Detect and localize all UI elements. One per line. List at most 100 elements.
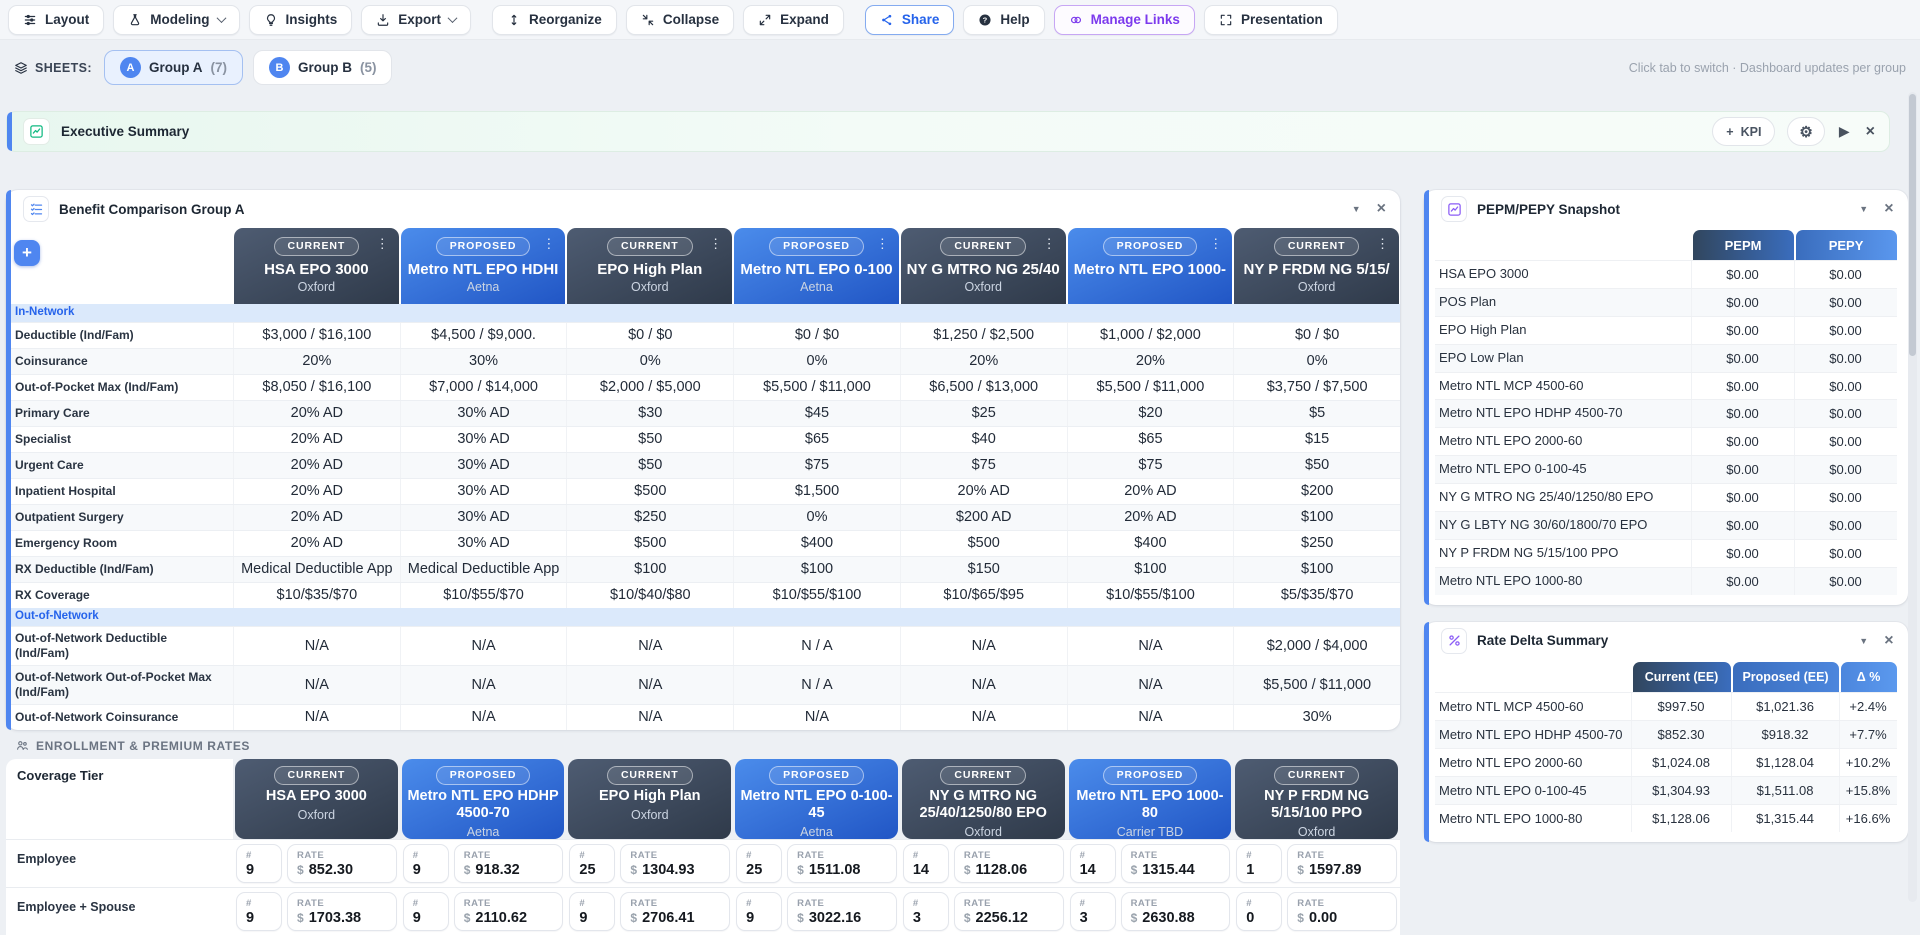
reorganize-button[interactable]: Reorganize <box>492 5 617 35</box>
plan-column-header-metro-ntl-epo-0-100[interactable]: PROPOSED⋮Metro NTL EPO 0-100Aetna <box>734 228 899 304</box>
enrollment-table: Coverage Tier CURRENTHSA EPO 3000OxfordP… <box>6 759 1400 935</box>
benefit-value-cell: $500 <box>900 531 1067 556</box>
benefit-row-label: Specialist <box>6 427 233 452</box>
plan-name: NY G MTRO NG 25/40/1250/80 EPO <box>907 788 1060 823</box>
benefit-value-cell: N/A <box>233 705 400 730</box>
enroll-column-header-metro-ntl-epo-hdhp-4500-70[interactable]: PROPOSEDMetro NTL EPO HDHP 4500-70Aetna <box>402 759 565 839</box>
benefit-value-cell: $5,500 / $11,000 <box>733 375 900 400</box>
benefit-card-title: Benefit Comparison Group A <box>59 202 245 217</box>
kebab-menu-icon[interactable]: ⋮ <box>709 237 722 250</box>
add-plan-button[interactable]: + <box>14 240 40 266</box>
close-exec-summary-button[interactable]: × <box>1864 122 1877 142</box>
enrollment-cell: #9RATE$1703.38 <box>233 888 400 935</box>
kebab-menu-icon[interactable]: ⋮ <box>542 237 555 250</box>
plan-status-badge: PROPOSED <box>769 766 864 785</box>
benefit-value-cell: $75 <box>900 453 1067 478</box>
plan-column-header-ny-p-frdm-ng-5-15[interactable]: CURRENT⋮NY P FRDM NG 5/15/Oxford <box>1234 228 1399 304</box>
filter-dropdown-icon[interactable]: ▼ <box>1859 636 1868 646</box>
layout-button[interactable]: Layout <box>8 5 104 35</box>
enroll-column-header-epo-high-plan[interactable]: CURRENTEPO High PlanOxford <box>568 759 731 839</box>
enrollment-rate: $1315.44 <box>1131 862 1221 878</box>
share-button[interactable]: Share <box>865 5 955 35</box>
rate-label: RATE <box>630 898 720 909</box>
pepm-row-epo-low-plan: EPO Low Plan$0.00$0.00 <box>1435 344 1897 372</box>
enroll-column-header-metro-ntl-epo-1000-80[interactable]: PROPOSEDMetro NTL EPO 1000-80Carrier TBD <box>1069 759 1232 839</box>
enrollment-cell: #1RATE$1597.89 <box>1233 840 1400 887</box>
plan-column-header-hsa-epo-3000[interactable]: CURRENT⋮HSA EPO 3000Oxford <box>234 228 399 304</box>
pepm-row-metro-ntl-mcp-4500-60: Metro NTL MCP 4500-60$0.00$0.00 <box>1435 372 1897 400</box>
delta-plan-name: Metro NTL EPO HDHP 4500-70 <box>1435 721 1631 748</box>
rate-label: RATE <box>464 898 554 909</box>
sheet-tab-group-b[interactable]: BGroup B(5) <box>253 50 393 85</box>
benefit-value-cell: N / A <box>733 666 900 704</box>
rate-delta-row-metro-ntl-epo-1000-80: Metro NTL EPO 1000-80$1,128.06$1,315.44+… <box>1435 804 1897 832</box>
pepy-column-header: PEPY <box>1796 230 1897 260</box>
plan-column-header-metro-ntl-epo-1000[interactable]: PROPOSED⋮Metro NTL EPO 1000- <box>1068 228 1233 304</box>
presentation-button-label: Presentation <box>1241 12 1323 27</box>
close-benefit-card-button[interactable]: × <box>1377 201 1386 217</box>
sheets-bar: SHEETS: AGroup A(7)BGroup B(5) Click tab… <box>0 40 1920 89</box>
delta-plan-name: Metro NTL EPO 1000-80 <box>1435 805 1631 832</box>
enroll-column-header-ny-p-frdm-ng-5-15-100-ppo[interactable]: CURRENTNY P FRDM NG 5/15/100 PPOOxford <box>1235 759 1398 839</box>
benefit-value-cell: $100 <box>1233 557 1400 582</box>
export-button[interactable]: Export <box>361 5 471 35</box>
filter-dropdown-icon[interactable]: ▼ <box>1859 204 1868 214</box>
scrollbar-thumb[interactable] <box>1909 94 1916 356</box>
enroll-column-header-metro-ntl-epo-0-100-45[interactable]: PROPOSEDMetro NTL EPO 0-100-45Aetna <box>735 759 898 839</box>
play-button[interactable]: ▶ <box>1837 121 1852 142</box>
benefit-value-cell: $6,500 / $13,000 <box>900 375 1067 400</box>
benefit-row-outpatient-surgery: Outpatient Surgery20% AD30% AD$2500%$200… <box>6 504 1400 530</box>
pepm-plan-name: NY G LBTY NG 30/60/1800/70 EPO <box>1435 512 1691 539</box>
kebab-menu-icon[interactable]: ⋮ <box>1043 237 1056 250</box>
kebab-menu-icon[interactable]: ⋮ <box>1209 237 1222 250</box>
plan-column-header-epo-high-plan[interactable]: CURRENT⋮EPO High PlanOxford <box>567 228 732 304</box>
benefit-value-cell: $7,000 / $14,000 <box>400 375 567 400</box>
add-kpi-button[interactable]: + KPI <box>1712 117 1775 146</box>
modeling-button[interactable]: Modeling <box>113 5 239 35</box>
coverage-tier-label: Employee + Spouse <box>6 888 233 935</box>
kebab-menu-icon[interactable]: ⋮ <box>1376 237 1389 250</box>
settings-button[interactable]: ⚙ <box>1787 117 1824 146</box>
enroll-column-header-hsa-epo-3000[interactable]: CURRENTHSA EPO 3000Oxford <box>235 759 398 839</box>
benefit-row-urgent-care: Urgent Care20% AD30% AD$50$75$75$75$50 <box>6 452 1400 478</box>
collapse-button[interactable]: Collapse <box>626 5 734 35</box>
presentation-button[interactable]: Presentation <box>1204 5 1338 35</box>
close-rate-delta-card-button[interactable]: × <box>1884 633 1893 649</box>
enrollment-row-employee-spouse: Employee + Spouse#9RATE$1703.38#9RATE$21… <box>6 887 1400 935</box>
rate-delta-row-metro-ntl-epo-2000-60: Metro NTL EPO 2000-60$1,024.08$1,128.04+… <box>1435 748 1897 776</box>
gear-icon: ⚙ <box>1799 123 1812 141</box>
help-button[interactable]: ?Help <box>963 5 1044 35</box>
count-label: # <box>413 850 439 861</box>
proposed-ee-value: $1,128.04 <box>1731 749 1839 776</box>
benefit-value-cell: N/A <box>566 627 733 665</box>
enrollment-cell: #9RATE$918.32 <box>400 840 567 887</box>
insights-button[interactable]: Insights <box>249 5 353 35</box>
manage-links-button[interactable]: Manage Links <box>1054 5 1195 35</box>
enroll-column-header-ny-g-mtro-ng-25-40-1250-80-epo[interactable]: CURRENTNY G MTRO NG 25/40/1250/80 EPOOxf… <box>902 759 1065 839</box>
filter-dropdown-icon[interactable]: ▼ <box>1352 204 1361 214</box>
benefit-row-rx-deductible-ind-fam: RX Deductible (Ind/Fam)Medical Deductibl… <box>6 556 1400 582</box>
plan-column-header-metro-ntl-epo-hdhi[interactable]: PROPOSED⋮Metro NTL EPO HDHIAetna <box>401 228 566 304</box>
pepy-value: $0.00 <box>1794 540 1897 567</box>
benefit-value-cell: $10/$55/$100 <box>733 583 900 608</box>
delta-pct-value: +10.2% <box>1839 749 1897 776</box>
plan-column-header-ny-g-mtro-ng-25-40[interactable]: CURRENT⋮NY G MTRO NG 25/40Oxford <box>901 228 1066 304</box>
pepm-plan-name: HSA EPO 3000 <box>1435 261 1691 288</box>
enrollment-rate: $3022.16 <box>797 910 887 926</box>
enrollment-cell: #9RATE$2706.41 <box>566 888 733 935</box>
current-ee-value: $852.30 <box>1631 721 1731 748</box>
benefit-value-cell: $15 <box>1233 427 1400 452</box>
kebab-menu-icon[interactable]: ⋮ <box>376 237 389 250</box>
plan-carrier: Oxford <box>964 825 1002 839</box>
benefit-value-cell: $400 <box>733 531 900 556</box>
rate-delta-row-metro-ntl-mcp-4500-60: Metro NTL MCP 4500-60$997.50$1,021.36+2.… <box>1435 692 1897 720</box>
benefit-value-cell: $50 <box>566 453 733 478</box>
enrollment-cell: #9RATE$2110.62 <box>400 888 567 935</box>
sheet-tab-group-a[interactable]: AGroup A(7) <box>104 50 243 85</box>
benefit-row-specialist: Specialist20% AD30% AD$50$65$40$65$15 <box>6 426 1400 452</box>
benefit-value-cell: $3,000 / $16,100 <box>233 323 400 348</box>
expand-button[interactable]: Expand <box>743 5 844 35</box>
enrollment-count: 9 <box>246 910 272 926</box>
close-pepm-card-button[interactable]: × <box>1884 201 1893 217</box>
kebab-menu-icon[interactable]: ⋮ <box>876 237 889 250</box>
